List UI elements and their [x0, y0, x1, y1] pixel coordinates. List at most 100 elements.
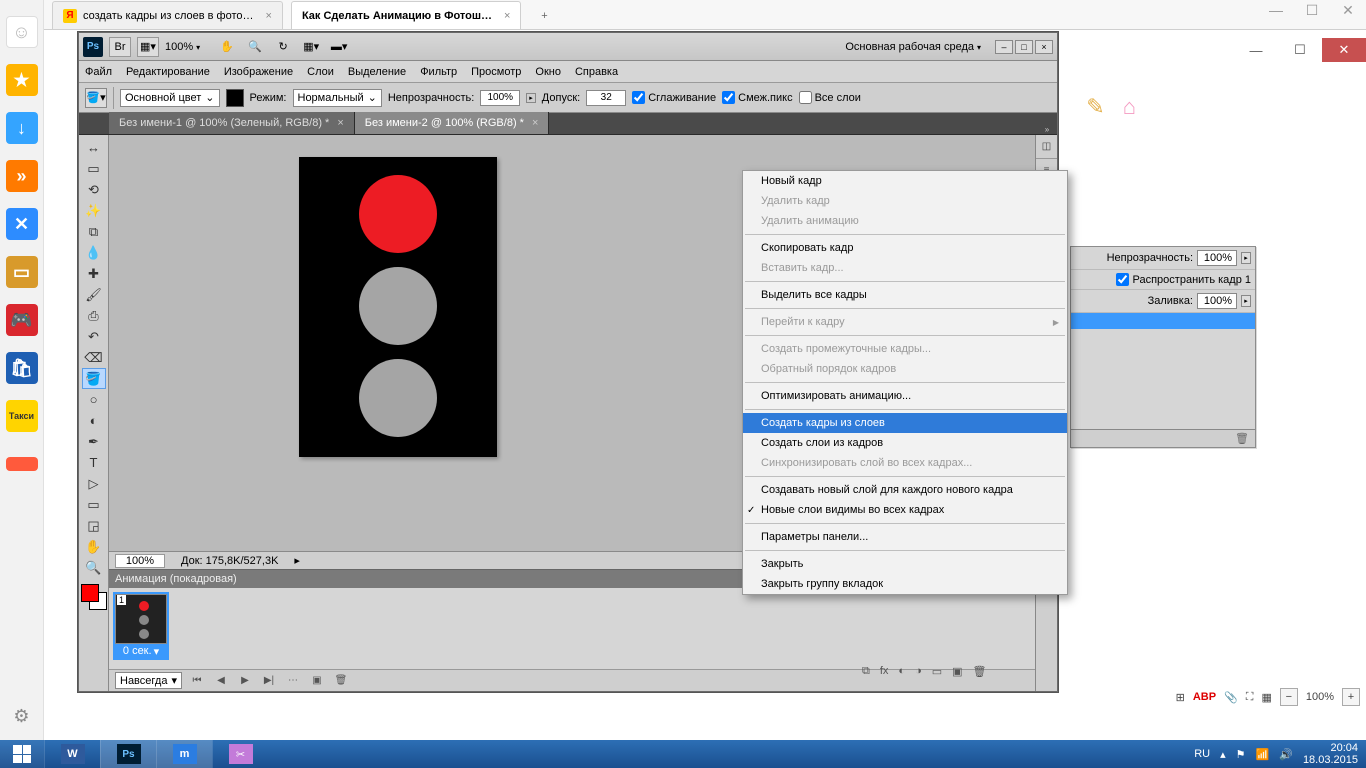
ctx-item[interactable]: Выделить все кадры: [743, 285, 1067, 305]
hand-tool[interactable]: ✋: [82, 536, 106, 557]
screen-mode-icon[interactable]: ▬▾: [328, 37, 350, 57]
maximize-button[interactable]: ☐: [1278, 38, 1322, 62]
ctx-item[interactable]: Создать кадры из слоев: [743, 413, 1067, 433]
blur-tool[interactable]: ○: [82, 389, 106, 410]
sb-smile[interactable]: ☺: [0, 8, 44, 56]
type-tool[interactable]: T: [82, 452, 106, 473]
adjust-icon[interactable]: ◑: [915, 665, 922, 678]
abp-icon[interactable]: ABP: [1193, 691, 1216, 703]
zoom-tool-icon[interactable]: 🔍: [244, 37, 266, 57]
ctx-item[interactable]: Новый кадр: [743, 171, 1067, 191]
status-flyout[interactable]: ▸: [294, 554, 300, 567]
doc-tab-0[interactable]: Без имени-1 @ 100% (Зеленый, RGB/8) * ×: [109, 112, 355, 134]
tray-lang[interactable]: RU: [1194, 748, 1210, 760]
all-layers-checkbox[interactable]: [799, 91, 812, 104]
zoom-tool[interactable]: 🔍: [82, 557, 106, 578]
blend-mode-select[interactable]: Нормальный⌄: [293, 89, 382, 107]
sb-download[interactable]: ↓: [0, 104, 44, 152]
taskbar-maxthon[interactable]: m: [156, 740, 212, 768]
move-tool[interactable]: ↔: [82, 137, 106, 158]
dodge-tool[interactable]: ◐: [82, 410, 106, 431]
ctx-item[interactable]: Новые слои видимы во всех кадрах: [743, 500, 1067, 520]
sb-settings[interactable]: ⚙: [0, 692, 44, 740]
pen-tool[interactable]: ✒: [82, 431, 106, 452]
opacity-slider[interactable]: ▸: [526, 93, 536, 103]
3d-tool[interactable]: ◲: [82, 515, 106, 536]
close-button[interactable]: ×: [1035, 40, 1053, 54]
play-button[interactable]: ▶: [236, 673, 254, 689]
taskbar-snip[interactable]: ✂: [212, 740, 268, 768]
eraser-icon[interactable]: ⌂: [1123, 94, 1136, 120]
bridge-button[interactable]: Br: [109, 37, 131, 57]
minimize-button[interactable]: —: [1264, 2, 1288, 19]
taskbar-word[interactable]: W: [44, 740, 100, 768]
menu-help[interactable]: Справка: [575, 66, 618, 78]
wand-tool[interactable]: ✨: [82, 200, 106, 221]
menu-layer[interactable]: Слои: [307, 66, 334, 78]
view-mode-icon[interactable]: ⊞: [1176, 691, 1185, 704]
close-icon[interactable]: ×: [266, 10, 272, 22]
pencil-icon[interactable]: ✎: [1086, 94, 1104, 120]
menu-window[interactable]: Окно: [535, 66, 561, 78]
rotate-view-icon[interactable]: ↻: [272, 37, 294, 57]
close-button[interactable]: ✕: [1336, 2, 1360, 19]
taskbar-photoshop[interactable]: Ps: [100, 740, 156, 768]
panel-chip-1[interactable]: ◫: [1036, 135, 1057, 159]
doc-tab-1[interactable]: Без имени-2 @ 100% (RGB/8) * ×: [355, 112, 550, 134]
clip-icon[interactable]: 📎: [1224, 691, 1238, 704]
eraser-tool[interactable]: ⌫: [82, 347, 106, 368]
new-tab-button[interactable]: +: [531, 3, 557, 29]
tray-up-icon[interactable]: ▴: [1220, 748, 1226, 761]
maximize-button[interactable]: ☐: [1300, 2, 1324, 19]
opacity-flyout[interactable]: ▸: [1241, 252, 1251, 264]
minimize-button[interactable]: —: [1234, 38, 1278, 62]
maximize-button[interactable]: □: [1015, 40, 1033, 54]
ctx-item[interactable]: Оптимизировать анимацию...: [743, 386, 1067, 406]
menu-filter[interactable]: Фильтр: [420, 66, 457, 78]
new-layer-icon[interactable]: ▣: [952, 665, 962, 678]
animation-frame-1[interactable]: 1 0 сек.▾: [113, 592, 169, 660]
sb-star[interactable]: ★: [0, 56, 44, 104]
fill-value[interactable]: 100%: [1197, 293, 1237, 309]
zoom-out-button[interactable]: −: [1280, 688, 1298, 706]
mask-icon[interactable]: ◐: [898, 665, 905, 678]
trash-icon[interactable]: 🗑: [973, 665, 987, 678]
link-icon[interactable]: ⧉: [862, 665, 870, 678]
trash-icon[interactable]: 🗑: [1235, 432, 1249, 445]
delete-frame-button[interactable]: 🗑: [332, 673, 350, 689]
selected-layer-row[interactable]: [1071, 313, 1255, 329]
prev-frame-button[interactable]: ◀: [212, 673, 230, 689]
browser-tab-0[interactable]: Я создать кадры из слоев в фото… ×: [52, 1, 283, 29]
minibridge-button[interactable]: ▦▾: [137, 37, 159, 57]
bucket-tool[interactable]: 🪣: [82, 368, 106, 389]
next-frame-button[interactable]: ▶|: [260, 673, 278, 689]
fullscreen-icon[interactable]: ⛶: [1246, 691, 1254, 704]
pattern-swatch[interactable]: [226, 89, 244, 107]
eyedropper-tool[interactable]: 💧: [82, 242, 106, 263]
canvas-zoom[interactable]: 100%: [115, 554, 165, 568]
opacity-value[interactable]: 100%: [1197, 250, 1237, 266]
first-frame-button[interactable]: ⏮: [188, 673, 206, 689]
lasso-tool[interactable]: ⟲: [82, 179, 106, 200]
tray-clock[interactable]: 20:04 18.03.2015: [1303, 742, 1358, 766]
ctx-item[interactable]: Параметры панели...: [743, 527, 1067, 547]
color-swatches[interactable]: [81, 584, 107, 610]
start-button[interactable]: [0, 740, 44, 768]
doc-tabs-overflow[interactable]: »: [1037, 125, 1057, 134]
new-frame-button[interactable]: ▣: [308, 673, 326, 689]
close-icon[interactable]: ×: [337, 117, 343, 129]
tolerance-input[interactable]: [586, 90, 626, 106]
fill-source-select[interactable]: Основной цвет⌄: [120, 89, 220, 107]
brush-tool[interactable]: 🖌: [82, 284, 106, 305]
minimize-button[interactable]: –: [995, 40, 1013, 54]
loop-select[interactable]: Навсегда▾: [115, 672, 182, 689]
browser-tab-1[interactable]: Как Сделать Анимацию в Фотош… ×: [291, 1, 522, 29]
zoom-in-button[interactable]: +: [1342, 688, 1360, 706]
zoom-level[interactable]: 100%: [165, 41, 200, 53]
close-icon[interactable]: ×: [532, 117, 538, 129]
sb-notes[interactable]: ▭: [0, 248, 44, 296]
sb-tools[interactable]: ✕: [0, 200, 44, 248]
tray-volume-icon[interactable]: 🔊: [1279, 748, 1293, 761]
ctx-item[interactable]: Создавать новый слой для каждого нового …: [743, 480, 1067, 500]
stamp-tool[interactable]: ⎙: [82, 305, 106, 326]
